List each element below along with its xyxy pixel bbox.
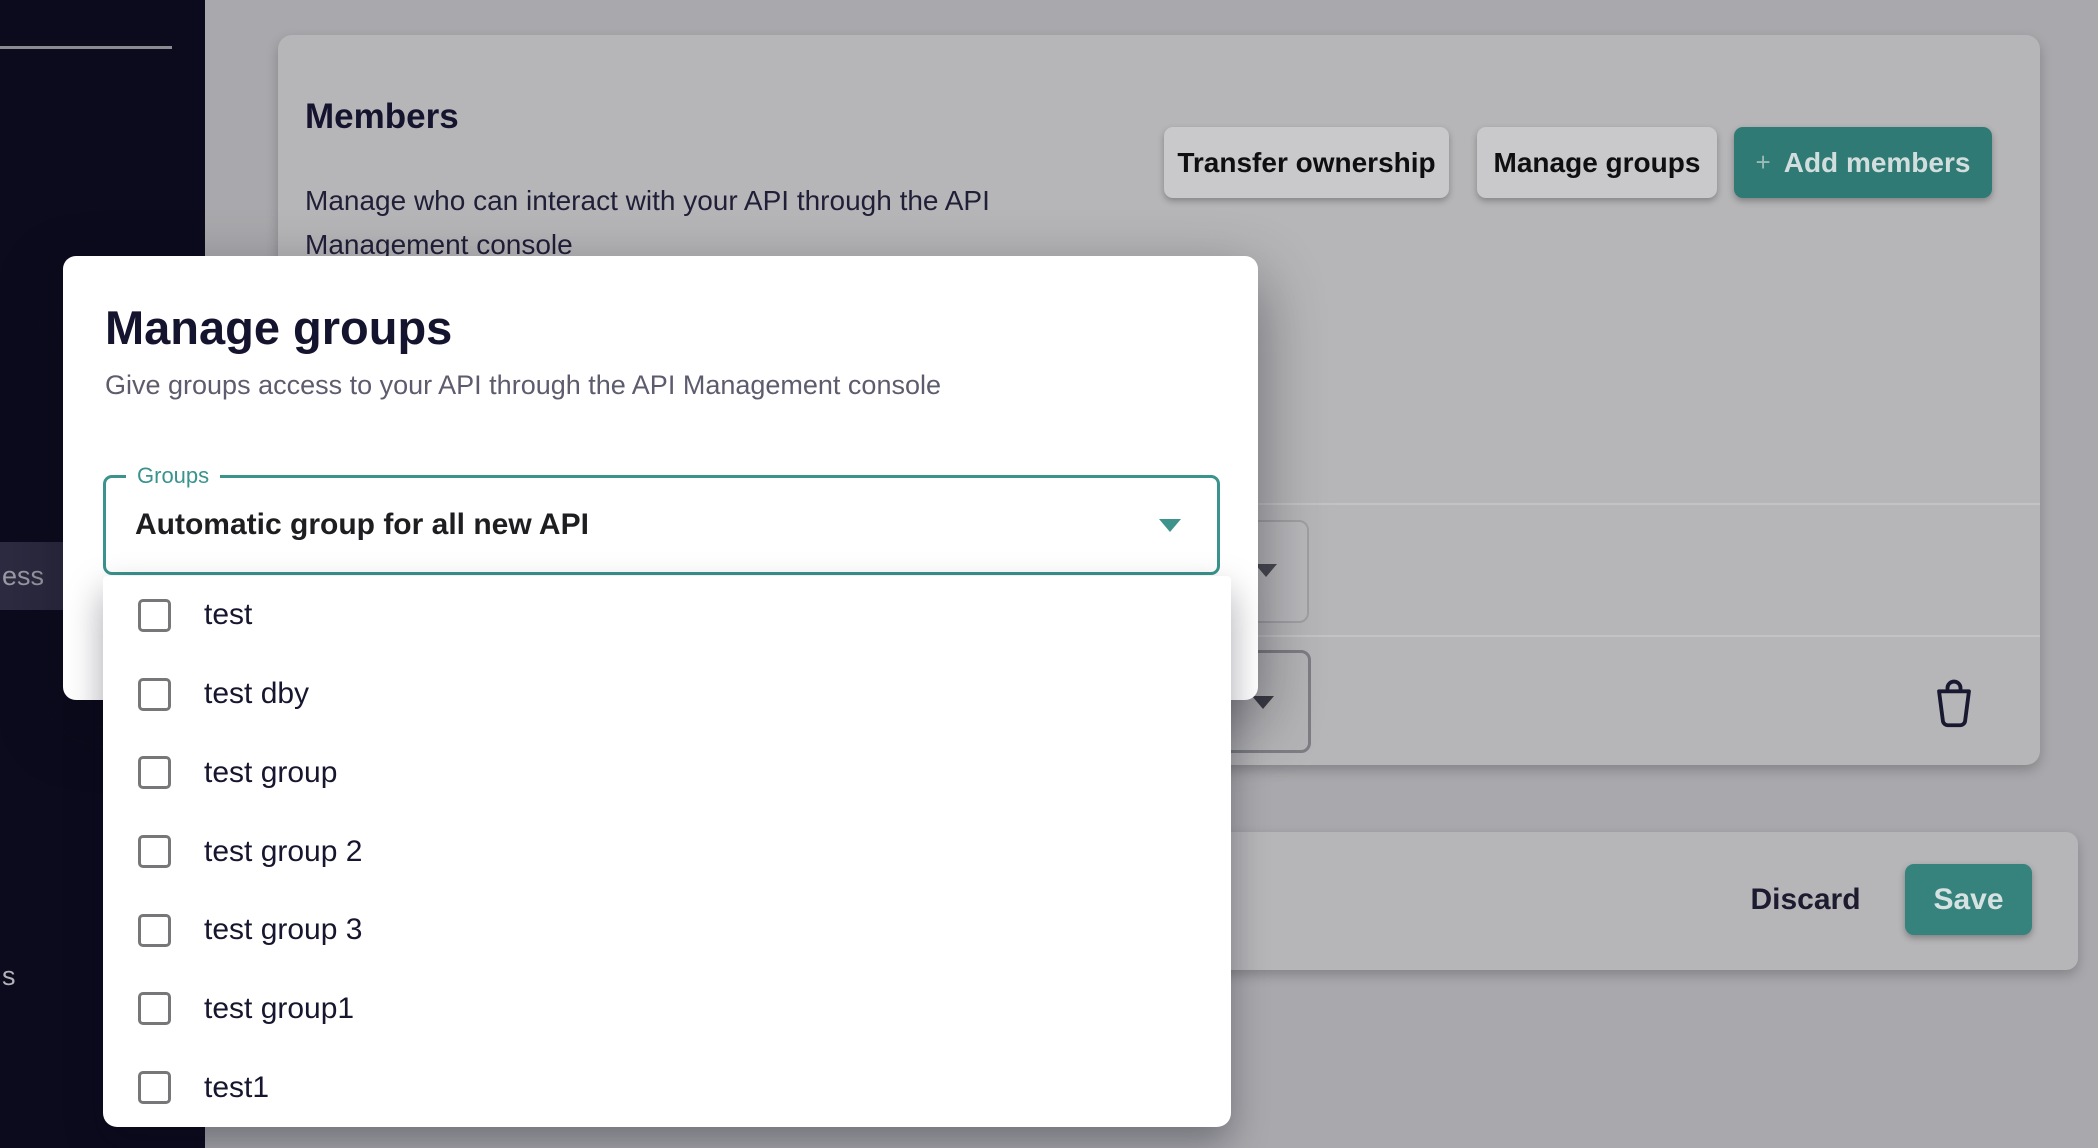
checkbox[interactable] — [138, 1071, 171, 1104]
dialog-subtitle: Give groups access to your API through t… — [105, 370, 941, 401]
checkbox[interactable] — [138, 914, 171, 947]
checkbox[interactable] — [138, 678, 171, 711]
sidebar-item-label: s — [0, 961, 16, 991]
transfer-ownership-button[interactable]: Transfer ownership — [1164, 127, 1449, 198]
dialog-title: Manage groups — [105, 300, 452, 355]
members-title: Members — [305, 97, 459, 137]
manage-groups-button[interactable]: Manage groups — [1477, 127, 1717, 198]
group-option-label: test group 2 — [204, 835, 362, 869]
checkbox[interactable] — [138, 835, 171, 868]
chevron-down-icon — [1255, 564, 1277, 577]
groups-options-panel: test test dby test group test group 2 te… — [103, 576, 1231, 1127]
groups-select-value: Automatic group for all new API — [135, 478, 589, 572]
save-label: Save — [1933, 883, 2003, 917]
sidebar-divider — [0, 46, 172, 49]
group-option[interactable]: test group 2 — [103, 812, 1231, 891]
group-option-label: test1 — [204, 1071, 269, 1105]
sidebar-item-label: ess — [0, 561, 44, 591]
group-option-label: test group — [204, 756, 337, 790]
select-arrow-icon — [1159, 519, 1181, 532]
group-option-label: test group 3 — [204, 913, 362, 947]
checkbox[interactable] — [138, 599, 171, 632]
add-members-label: Add members — [1784, 147, 1971, 179]
group-option[interactable]: test1 — [103, 1048, 1231, 1127]
group-option-label: test group1 — [204, 992, 354, 1026]
group-option-label: test dby — [204, 677, 309, 711]
group-option[interactable]: test — [103, 576, 1231, 655]
chevron-down-icon — [1252, 696, 1274, 709]
members-description-line1: Manage who can interact with your API th… — [305, 185, 990, 216]
group-option-label: test — [204, 598, 252, 632]
members-description: Manage who can interact with your API th… — [305, 179, 1105, 267]
app-root: ess s Members Manage who can interact wi… — [0, 0, 2098, 1148]
transfer-ownership-label: Transfer ownership — [1177, 147, 1435, 179]
add-members-button[interactable]: + Add members — [1734, 127, 1992, 198]
save-button[interactable]: Save — [1905, 864, 2032, 935]
group-option[interactable]: test group1 — [103, 970, 1231, 1049]
group-option[interactable]: test group — [103, 733, 1231, 812]
checkbox[interactable] — [138, 756, 171, 789]
manage-groups-label: Manage groups — [1494, 147, 1701, 179]
plus-icon: + — [1756, 147, 1771, 178]
delete-member-icon[interactable] — [1931, 678, 1977, 728]
groups-select[interactable]: Groups Automatic group for all new API — [103, 475, 1220, 575]
group-option[interactable]: test dby — [103, 655, 1231, 734]
group-option[interactable]: test group 3 — [103, 891, 1231, 970]
discard-button[interactable]: Discard — [1718, 864, 1893, 935]
checkbox[interactable] — [138, 992, 171, 1025]
